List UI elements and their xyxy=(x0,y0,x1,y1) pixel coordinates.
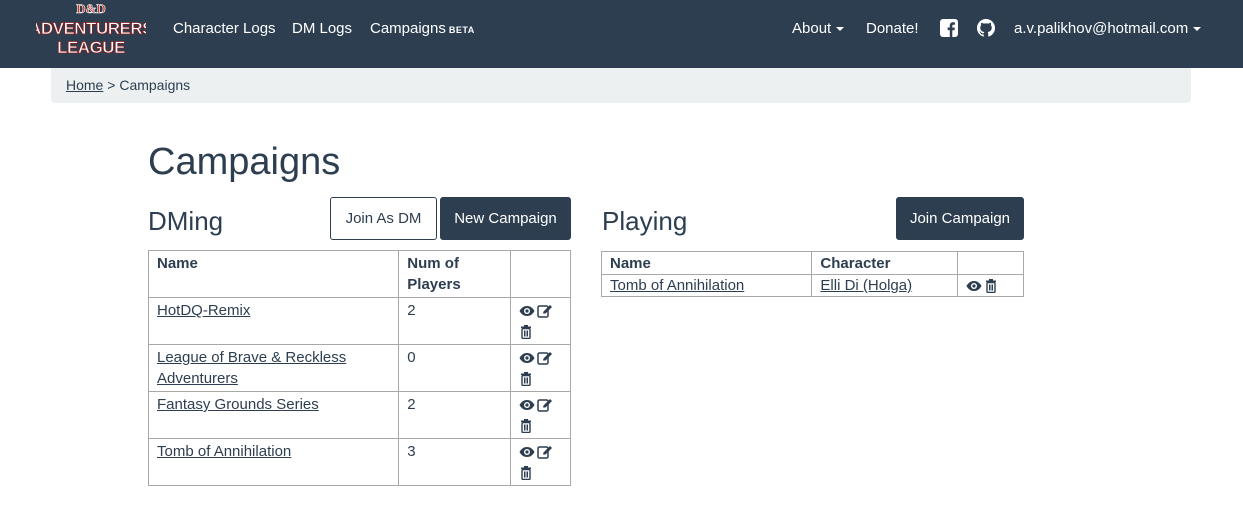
edit-icon[interactable] xyxy=(537,445,553,459)
new-campaign-button[interactable]: New Campaign xyxy=(440,197,571,240)
character-link[interactable]: Elli Di (Holga) xyxy=(820,277,912,294)
svg-text:D&D: D&D xyxy=(76,2,106,16)
players-header-line2: Players xyxy=(407,276,461,293)
eye-icon[interactable] xyxy=(966,279,982,293)
chevron-down-icon xyxy=(836,27,845,32)
breadcrumb-home-link[interactable]: Home xyxy=(66,77,103,93)
table-row: HotDQ-Remix 2 xyxy=(147,297,571,345)
edit-icon[interactable] xyxy=(537,398,553,412)
players-count: 3 xyxy=(398,438,512,486)
campaign-link[interactable]: Fantasy Grounds Series xyxy=(157,396,319,413)
join-as-dm-button[interactable]: Join As DM xyxy=(330,197,437,240)
breadcrumb-current: Campaigns xyxy=(119,77,191,93)
navbar: D&D ADVENTURERS LEAGUE Character Logs DM… xyxy=(0,0,1243,68)
svg-text:ADVENTURERS: ADVENTURERS xyxy=(36,19,146,38)
breadcrumb-separator: > xyxy=(107,77,116,93)
column-header-name: Name xyxy=(600,251,813,275)
trash-icon[interactable] xyxy=(519,419,535,434)
table-row: Tomb of Annihilation 3 xyxy=(147,438,571,486)
trash-icon[interactable] xyxy=(984,279,1000,294)
campaign-link[interactable]: Tomb of Annihilation xyxy=(157,443,291,460)
edit-icon[interactable] xyxy=(537,351,553,365)
eye-icon[interactable] xyxy=(519,351,535,365)
row-actions xyxy=(510,297,571,345)
table-row: Tomb of Annihilation Elli Di (Holga) xyxy=(600,274,1024,297)
nav-campaigns[interactable]: Campaigns BETA xyxy=(370,19,475,40)
trash-icon[interactable] xyxy=(519,372,535,387)
adventurers-league-logo[interactable]: D&D ADVENTURERS LEAGUE xyxy=(36,2,146,58)
column-header-name: Name xyxy=(147,250,400,298)
nav-campaigns-label: Campaigns xyxy=(370,20,446,37)
edit-icon[interactable] xyxy=(537,304,553,318)
chevron-down-icon xyxy=(1193,27,1202,32)
join-campaign-button[interactable]: Join Campaign xyxy=(896,197,1024,240)
players-header-line1: Num of xyxy=(407,255,459,272)
column-header-actions xyxy=(957,251,1024,275)
eye-icon[interactable] xyxy=(519,304,535,318)
beta-badge: BETA xyxy=(448,25,475,35)
nav-donate[interactable]: Donate! xyxy=(866,19,919,39)
column-header-character: Character xyxy=(811,251,959,275)
table-row: Fantasy Grounds Series 2 xyxy=(147,391,571,439)
table-row: League of Brave & Reckless Adventurers 0 xyxy=(147,344,571,392)
players-count: 0 xyxy=(398,344,512,392)
column-header-players: Num of Players xyxy=(398,250,512,298)
nav-about-dropdown[interactable]: About xyxy=(792,19,845,39)
players-count: 2 xyxy=(398,297,512,345)
dming-section-title: DMing xyxy=(148,206,224,236)
table-header-row: Name Num of Players xyxy=(147,250,571,298)
facebook-icon[interactable] xyxy=(940,19,958,37)
trash-icon[interactable] xyxy=(519,466,535,481)
players-count: 2 xyxy=(398,391,512,439)
campaign-link[interactable]: League of Brave & Reckless Adventurers xyxy=(157,349,346,387)
user-email: a.v.palikhov@hotmail.com xyxy=(1014,20,1189,37)
dming-table: Name Num of Players HotDQ-Remix 2 League … xyxy=(147,250,571,486)
row-actions xyxy=(957,274,1024,297)
nav-about-label: About xyxy=(792,20,832,37)
eye-icon[interactable] xyxy=(519,398,535,412)
user-menu-dropdown[interactable]: a.v.palikhov@hotmail.com xyxy=(1014,19,1202,39)
campaign-link[interactable]: HotDQ-Remix xyxy=(157,302,250,319)
svg-text:LEAGUE: LEAGUE xyxy=(57,38,125,57)
campaign-link[interactable]: Tomb of Annihilation xyxy=(610,277,744,294)
playing-section-title: Playing xyxy=(602,206,688,236)
eye-icon[interactable] xyxy=(519,445,535,459)
trash-icon[interactable] xyxy=(519,325,535,340)
playing-table: Name Character Tomb of Annihilation Elli… xyxy=(600,251,1024,297)
github-icon[interactable] xyxy=(977,19,995,37)
table-header-row: Name Character xyxy=(600,251,1024,275)
column-header-actions xyxy=(510,250,571,298)
breadcrumb: Home > Campaigns xyxy=(51,68,1191,103)
row-actions xyxy=(510,344,571,392)
row-actions xyxy=(510,438,571,486)
page-title: Campaigns xyxy=(148,141,341,183)
nav-character-logs[interactable]: Character Logs xyxy=(173,19,276,39)
row-actions xyxy=(510,391,571,439)
nav-dm-logs[interactable]: DM Logs xyxy=(292,19,352,39)
